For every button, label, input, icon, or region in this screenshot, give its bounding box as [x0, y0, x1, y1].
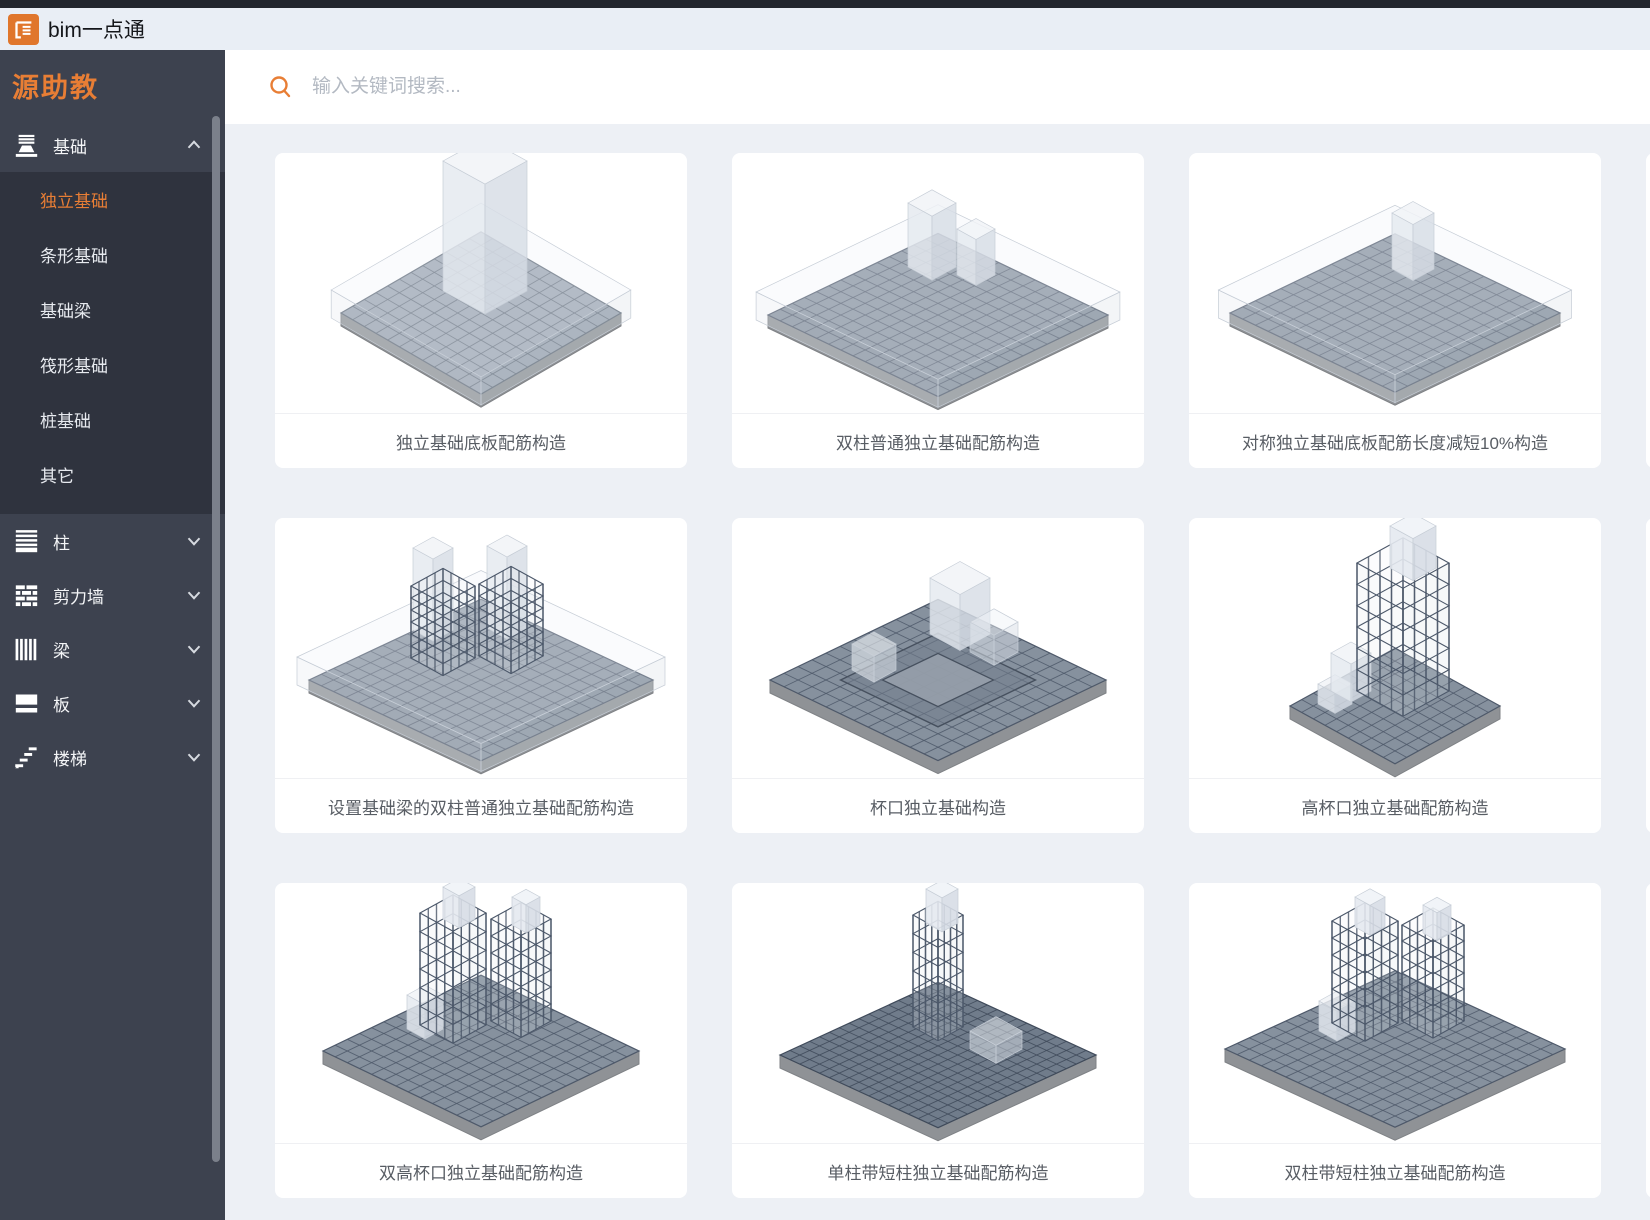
sidebar-scrollbar-thumb[interactable] — [212, 116, 220, 1162]
model-card-thumbnail — [732, 883, 1144, 1143]
model-thumbnail-single-slender-cage — [732, 883, 1144, 1143]
model-card[interactable]: 高杯口独立基础配筋构造 — [1189, 518, 1601, 833]
model-card-thumbnail — [275, 518, 687, 778]
model-card[interactable]: 设置基础梁的双柱普通独立基础配筋构造 — [275, 518, 687, 833]
browser-tab-bar: bim一点通 — [0, 8, 1650, 50]
model-card-partial[interactable] — [1646, 883, 1650, 1198]
search-bar — [225, 50, 1650, 124]
app-logo-icon — [8, 14, 39, 45]
model-card-thumbnail — [275, 883, 687, 1143]
model-card-title: 双柱普通独立基础配筋构造 — [732, 413, 1144, 468]
sidebar-submenu-foundation: 独立基础条形基础基础梁筏形基础桩基础其它 — [0, 172, 225, 514]
sidebar-item-label: 楼梯 — [53, 745, 87, 770]
sidebar-subitem-pile-foundation[interactable]: 桩基础 — [0, 394, 225, 449]
chevron-down-icon — [183, 530, 205, 552]
model-card-thumbnail — [1189, 153, 1601, 413]
search-icon — [267, 74, 294, 101]
model-thumbnail-slab-one-small-column — [1189, 153, 1601, 413]
main-content: 独立基础底板配筋构造双柱普通独立基础配筋构造对称独立基础底板配筋长度减短10%构… — [225, 124, 1650, 1220]
sidebar-subitem-other[interactable]: 其它 — [0, 449, 225, 504]
app-title: bim一点通 — [48, 14, 145, 44]
model-card[interactable]: 对称独立基础底板配筋长度减短10%构造 — [1189, 153, 1601, 468]
sidebar-item-stairs[interactable]: 楼梯 — [0, 730, 225, 784]
sidebar-item-label: 板 — [53, 691, 70, 716]
stairs-icon — [13, 744, 40, 771]
sidebar-item-label: 基础 — [53, 133, 87, 158]
sidebar-subitem-independent-foundation[interactable]: 独立基础 — [0, 174, 225, 229]
sidebar-item-shear-wall[interactable]: 剪力墙 — [0, 568, 225, 622]
beam-icon — [13, 636, 40, 663]
brand-title: 源助教 — [0, 50, 225, 118]
model-thumbnail-slab-two-cages — [275, 518, 687, 778]
model-card-title: 双高杯口独立基础配筋构造 — [275, 1143, 687, 1198]
search-input[interactable] — [312, 76, 932, 98]
model-card[interactable]: 双柱普通独立基础配筋构造 — [732, 153, 1144, 468]
chevron-down-icon — [183, 692, 205, 714]
sidebar-item-label: 剪力墙 — [53, 583, 104, 608]
chevron-down-icon — [183, 746, 205, 768]
model-card-title: 双柱带短柱独立基础配筋构造 — [1189, 1143, 1601, 1198]
model-thumbnail-double-tall-cage — [275, 883, 687, 1143]
model-thumbnail-slab-tall-column — [275, 153, 687, 413]
sidebar-subitem-strip-foundation[interactable]: 条形基础 — [0, 229, 225, 284]
sidebar-item-label: 柱 — [53, 529, 70, 554]
model-card-thumbnail — [732, 153, 1144, 413]
window-top-edge — [0, 0, 1650, 8]
model-card-thumbnail — [1189, 883, 1601, 1143]
model-card-grid: 独立基础底板配筋构造双柱普通独立基础配筋构造对称独立基础底板配筋长度减短10%构… — [275, 153, 1650, 1198]
sidebar-item-column[interactable]: 柱 — [0, 514, 225, 568]
slab-icon — [13, 690, 40, 717]
model-card-partial[interactable] — [1646, 153, 1650, 468]
model-card[interactable]: 双柱带短柱独立基础配筋构造 — [1189, 883, 1601, 1198]
sidebar-menu: 基础独立基础条形基础基础梁筏形基础桩基础其它柱剪力墙梁板楼梯 — [0, 118, 225, 784]
model-card-partial[interactable] — [1646, 518, 1650, 833]
chevron-down-icon — [183, 638, 205, 660]
column-icon — [13, 528, 40, 555]
model-card[interactable]: 杯口独立基础构造 — [732, 518, 1144, 833]
sidebar-subitem-foundation-beam[interactable]: 基础梁 — [0, 284, 225, 339]
model-card[interactable]: 单柱带短柱独立基础配筋构造 — [732, 883, 1144, 1198]
model-card[interactable]: 双高杯口独立基础配筋构造 — [275, 883, 687, 1198]
sidebar-item-slab[interactable]: 板 — [0, 676, 225, 730]
model-thumbnail-double-cage — [1189, 883, 1601, 1143]
model-card-thumbnail — [275, 153, 687, 413]
model-card[interactable]: 独立基础底板配筋构造 — [275, 153, 687, 468]
model-card-title: 独立基础底板配筋构造 — [275, 413, 687, 468]
foundation-icon — [13, 132, 40, 159]
sidebar-item-foundation[interactable]: 基础 — [0, 118, 225, 172]
model-card-title: 杯口独立基础构造 — [732, 778, 1144, 833]
sidebar-item-beam[interactable]: 梁 — [0, 622, 225, 676]
model-thumbnail-cup-foundation — [732, 518, 1144, 778]
chevron-up-icon — [183, 134, 205, 156]
sidebar-subitem-raft-foundation[interactable]: 筏形基础 — [0, 339, 225, 394]
model-card-thumbnail — [732, 518, 1144, 778]
sidebar: 源助教 基础独立基础条形基础基础梁筏形基础桩基础其它柱剪力墙梁板楼梯 — [0, 50, 225, 1220]
model-thumbnail-tall-cage — [1189, 518, 1601, 778]
sidebar-item-label: 梁 — [53, 637, 70, 662]
model-card-title: 设置基础梁的双柱普通独立基础配筋构造 — [275, 778, 687, 833]
chevron-down-icon — [183, 584, 205, 606]
model-card-title: 单柱带短柱独立基础配筋构造 — [732, 1143, 1144, 1198]
model-card-title: 高杯口独立基础配筋构造 — [1189, 778, 1601, 833]
model-thumbnail-slab-two-small-columns — [732, 153, 1144, 413]
shear-wall-icon — [13, 582, 40, 609]
model-card-title: 对称独立基础底板配筋长度减短10%构造 — [1189, 413, 1601, 468]
model-card-thumbnail — [1189, 518, 1601, 778]
